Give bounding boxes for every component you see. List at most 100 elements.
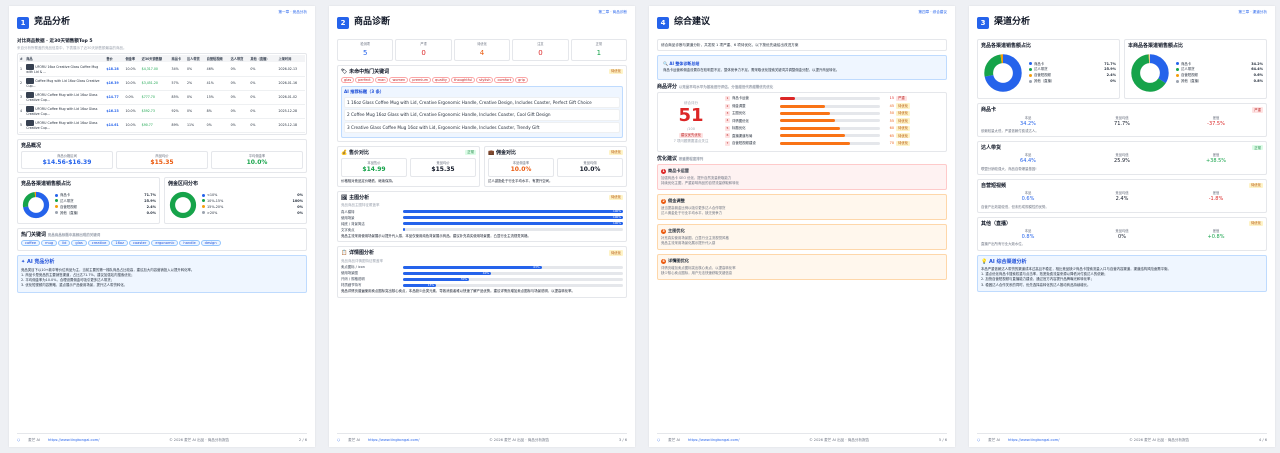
footer-url[interactable]: https://www.tingkongai.com/ — [368, 438, 419, 442]
legend-label: 其他（直播） — [1029, 79, 1054, 83]
feature-bar-fill: 15% — [403, 283, 437, 287]
keyword-tag[interactable]: design — [200, 239, 221, 247]
table-row[interactable]: 4 UFORU Coffee Mug with Lid 16oz Glass Cr… — [19, 104, 305, 119]
suggestion-card: 2 佣金调整 适当提高佣金比例以吸引更多达人合作带货 达人佣金处于行业平均水平，缺乏竞… — [657, 194, 947, 221]
self-channel-title: 本商品各渠道销售额占比 — [1128, 43, 1184, 49]
table-row[interactable]: 3 UFORU Coffee Mug with Lid 16oz Glass Cr… — [19, 90, 305, 105]
score-item-rank: 4 — [725, 118, 730, 124]
channel-metric: 本品 64.4% — [981, 153, 1075, 164]
detail-image-subtitle: 竞品商品详情图特征覆盖率 — [341, 258, 383, 263]
keyword-tag[interactable]: coffee — [21, 239, 41, 247]
self-channel-box: 本商品各渠道销售额占比 商品卡 34.2% 达人带货 64.4% 自营短视频 0.6% 其他… — [1124, 39, 1267, 100]
status-badge: 待优化 — [608, 194, 623, 201]
metric-value: 0.6% — [1021, 196, 1035, 203]
total-score-card: 综合评分 51 /100 建议优先优化 7 项问题需要重点关注 — [661, 101, 721, 144]
metric-label: 本品 — [1024, 191, 1032, 196]
hot-keywords-box: 热门关键词 竞品商品标题中高频出现的关键词 coffee mug lid glas cr… — [17, 227, 307, 252]
price-cell: $14.61 — [105, 118, 125, 133]
legend-value: 64.4% — [1251, 67, 1263, 72]
share-cell: 0% — [249, 118, 278, 133]
price-cell: $14.77 — [105, 90, 125, 105]
total-score-note: 7 项问题需要重点关注 — [673, 139, 709, 144]
missing-keywords-list: glas perfect man women premium quality thought… — [341, 77, 623, 84]
section-number: 1 — [17, 17, 29, 29]
keyword-tag[interactable]: mug — [41, 239, 58, 247]
product-cell: UFORU Coffee Mug with Lid 16oz Glass Cre… — [25, 118, 106, 133]
legend-swatch — [55, 199, 58, 203]
table-header-cell: 佣金率 — [124, 55, 141, 63]
feature-bar-row: 文字卖点 — [341, 228, 623, 232]
product-cell: Coffee Mug with Lid 16oz Glass Creative … — [25, 76, 106, 91]
metric-label: 竞品均值 — [1115, 229, 1129, 234]
keyword-tag[interactable]: creative — [87, 239, 111, 247]
keyword-tag[interactable]: ergonomic — [151, 239, 179, 247]
share-cell: 0% — [185, 90, 206, 105]
price-compare-box: 正常 💰 售价对比 本品售价 $14.99 竞品均价 $15.35 价格相对竞品定价略… — [337, 145, 480, 187]
keyword-tag[interactable]: lid — [58, 239, 71, 247]
score-item-rank: 6 — [725, 133, 730, 139]
score-item: 3 主图优化 50 待优化 — [725, 110, 943, 117]
score-item-rank: 2 — [725, 103, 730, 109]
overview-stat: 商品均价 $15.35 — [116, 150, 208, 170]
legend-label: 达人带货 — [1176, 67, 1195, 71]
score-item-name: 主图优化 — [732, 111, 746, 116]
keyword-tag[interactable]: coaster — [129, 239, 151, 247]
ai-title: 💡 AI 综合渠道分析 — [981, 258, 1027, 265]
legend-label: <10% — [202, 193, 217, 197]
feature-label: 尺码 / 规格说明 — [341, 276, 365, 281]
score-item-value: 50 — [889, 111, 894, 116]
channel-card: 严重 商品卡 本品 34.2% 竞品均值 71.7% 差值 -37.5% 依赖较量太低，严重依赖… — [977, 103, 1267, 138]
score-item-track — [780, 141, 880, 145]
keyword-tag[interactable]: handle — [179, 239, 200, 247]
commission-compare-title: 💼 佣金对比 — [488, 149, 516, 156]
suggestion-number: 1 — [661, 169, 666, 175]
keyword-tag[interactable]: 16oz — [111, 239, 128, 247]
report-pages: 第一章 · 竞品分析 1 竞品分析 对比商品数据 · 近30天销售额Top 5 … — [0, 0, 1280, 453]
footer-brand: 麦芒 AI — [348, 437, 360, 442]
main-image-bars: 真人模特 100% 使用场景 100% 纯底 / 背景简洁 100% 文字卖点 — [341, 210, 623, 232]
footer-url[interactable]: https://www.tingkongai.com/ — [48, 438, 99, 442]
stat-label: 本品佣金率 — [512, 161, 530, 166]
status-badge: 待优化 — [896, 140, 911, 146]
legend-label: 其他（直播） — [55, 211, 80, 215]
metric-label: 本品 — [1024, 115, 1032, 120]
score-card: 检测项 5 — [337, 39, 394, 61]
recommended-title-text: 16oz Glass Coffee Mug with Lid, Creative… — [351, 99, 592, 105]
feature-bar-fill — [403, 228, 406, 232]
score-item-rank: 5 — [725, 125, 730, 131]
page-footer: ⬡ 麦芒 AI https://www.tingkongai.com/ © 2026… — [977, 432, 1267, 442]
metric-value: -37.5% — [1207, 120, 1225, 127]
footer-url[interactable]: https://www.tingkongai.com/ — [1008, 438, 1059, 442]
eval-title: 商品评分 以竞品平均水平为基准进行评估，分值越低代表越需优先优化 — [657, 83, 774, 90]
lightbulb-icon: 💡 — [981, 258, 988, 265]
table-row[interactable]: 1 UFORU 16oz Creative Glass Coffee Mug wi… — [19, 62, 305, 77]
recommended-title: 3 Creative Glass Coffee Mug 16oz with Li… — [344, 122, 620, 134]
table-header-cell: 售价 — [105, 55, 125, 63]
page-title: 1 竞品分析 — [17, 17, 70, 29]
score-value: 5 — [362, 49, 368, 57]
score-item-value: 55 — [889, 118, 894, 123]
legend-item: 达人带货 64.4% — [1176, 67, 1263, 71]
hot-keywords-list: coffee mug lid glas creative 16oz coaster ergon… — [21, 239, 303, 247]
product-cell: UFORU Coffee Mug with Lid 16oz Glass Cre… — [25, 90, 106, 105]
table-row[interactable]: 5 UFORU Coffee Mug with Lid 16oz Glass Cr… — [19, 118, 305, 133]
legend-swatch — [55, 211, 58, 215]
recommended-title-text: Creative Glass Coffee Mug 16oz with Lid,… — [351, 125, 540, 131]
stat-value: $14.56-$16.39 — [42, 158, 92, 166]
keyword-tag[interactable]: glas — [71, 239, 87, 247]
footer-url[interactable]: https://www.tingkongai.com/ — [688, 438, 739, 442]
product-cell: UFORU Coffee Mug with Lid 16oz Glass Cre… — [25, 104, 106, 119]
detail-image-bars: 卖点图标 / icon 63% 使用场景图 40% 尺码 / 规格说明 30% 材质细节特写… — [341, 265, 623, 287]
feature-bar-track: 100% — [403, 210, 623, 214]
metric-label: 差值 — [1212, 229, 1220, 234]
commission-dist-box: 佣金区间分布 <10% 0% 10%-15% 100% 15%-20% 0% >20% 0% — [164, 177, 307, 224]
table-row[interactable]: 2 Coffee Mug with Lid 16oz Glass Creative… — [19, 76, 305, 91]
status-badge: 待优化 — [896, 133, 911, 139]
share-cell: 0% — [249, 76, 278, 91]
page-number: 2 / 6 — [298, 437, 307, 442]
suggestion-line: 加强商品卡 SEO 优化，提升自然流量获取能力 — [661, 175, 732, 180]
score-item-fill — [780, 134, 845, 138]
channel-metric: 本品 34.2% — [981, 116, 1075, 127]
feature-label: 文字卖点 — [341, 227, 355, 232]
metric-value: 71.7% — [1114, 120, 1130, 127]
